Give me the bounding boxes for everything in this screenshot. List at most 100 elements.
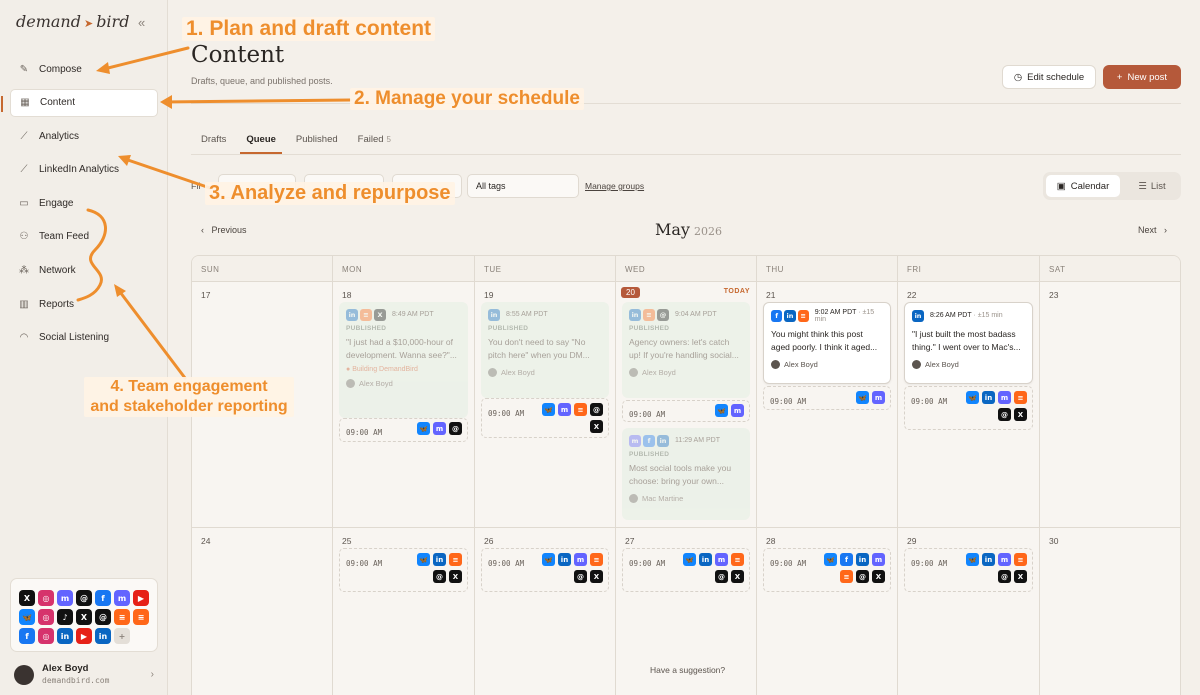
instagram-icon[interactable]: ◎ (38, 609, 54, 625)
user-profile[interactable]: Alex Boyd demandbird.com › (14, 663, 154, 687)
slot-time: 09:00 AM (770, 559, 807, 568)
list-view-button[interactable]: ☰ List (1125, 175, 1179, 197)
sidebar-item-content[interactable]: ▦ Content (1, 88, 158, 117)
plus-icon: + (1116, 71, 1123, 83)
day-cell[interactable]: 22 in 8:26 AM PDT · ±15 min "I just built t… (898, 282, 1040, 528)
day-cell[interactable]: 26 09:00 AM 🦋 in m ≡ @ X (475, 528, 616, 695)
instagram-icon[interactable]: ◎ (38, 590, 54, 606)
threads-icon[interactable]: @ (76, 590, 92, 606)
day-cell[interactable]: 19 in 8:55 AM PDT PUBLISHED You don't need t… (475, 282, 616, 528)
post-text: You don't need to say "No pitch here" wh… (488, 337, 590, 360)
facebook-icon[interactable]: f (19, 628, 35, 644)
mastodon-icon[interactable]: m (57, 590, 73, 606)
sidebar-item-team-feed[interactable]: ⚇ Team Feed (10, 223, 158, 251)
queue-slot[interactable]: 09:00 AM 🦋 m (763, 386, 891, 410)
tiktok-icon[interactable]: ♪ (57, 609, 73, 625)
sidebar-item-compose[interactable]: ✎ Compose (10, 55, 158, 83)
published-post-card[interactable]: in 8:55 AM PDT PUBLISHED You don't need to … (481, 302, 609, 398)
linkedin-icon[interactable]: in (95, 628, 111, 644)
slot-network-icons: 🦋 in m ≡ (966, 553, 1027, 566)
day-number: 30 (1049, 536, 1059, 546)
youtube-icon[interactable]: ▶ (76, 628, 92, 644)
previous-month-button[interactable]: ‹ Previous (201, 225, 247, 235)
bluesky-icon[interactable]: 🦋 (19, 609, 35, 625)
x-icon[interactable]: X (76, 609, 92, 625)
facebook-icon[interactable]: f (95, 590, 111, 606)
sidebar-item-network[interactable]: ⁂ Network (10, 257, 158, 285)
tags-filter[interactable]: All tags (467, 174, 579, 198)
content-tabs: Drafts Queue Published Failed 5 (191, 130, 401, 154)
bluesky-icon: 🦋 (856, 391, 869, 404)
tab-failed[interactable]: Failed 5 (348, 130, 401, 154)
scheduled-post-card[interactable]: in 8:26 AM PDT · ±15 min "I just built the… (904, 302, 1033, 384)
queue-slot[interactable]: 09:00 AM 🦋 in m ≡ @ X (622, 548, 750, 592)
substack-icon: ≡ (840, 570, 853, 583)
threads-icon[interactable]: @ (95, 609, 111, 625)
scheduled-post-card[interactable]: f in ≡ 9:02 AM PDT · ±15 min You might think… (763, 302, 891, 384)
calendar-view-button[interactable]: ▣ Calendar (1046, 175, 1120, 197)
tab-drafts[interactable]: Drafts (191, 130, 236, 154)
avatar (346, 379, 355, 388)
app-logo[interactable]: demand ➤ bird (16, 12, 129, 31)
reports-icon: ▥ (19, 298, 29, 310)
sidebar-item-analytics[interactable]: ⟋ Analytics (10, 122, 158, 150)
x-icon: X (1014, 408, 1027, 421)
queue-slot[interactable]: 09:00 AM 🦋 in m ≡ @ X (481, 548, 609, 592)
substack-icon[interactable]: ≡ (114, 609, 130, 625)
linkedin-icon[interactable]: in (57, 628, 73, 644)
instagram-icon[interactable]: ◎ (38, 628, 54, 644)
slot-network-icons: 🦋 m (715, 404, 744, 417)
queue-slot[interactable]: 09:00 AM 🦋 m ≡ @ X (481, 398, 609, 438)
day-cell[interactable]: 18 in ≡ X 8:49 AM PDT PUBLISHED "I just had a … (333, 282, 475, 528)
substack-icon[interactable]: ≡ (133, 609, 149, 625)
next-month-button[interactable]: Next › (1138, 225, 1167, 235)
manage-groups-link[interactable]: Manage groups (585, 181, 644, 191)
mastodon-icon[interactable]: m (114, 590, 130, 606)
queue-slot[interactable]: 09:00 AM 🦋 in m ≡ @ X (904, 548, 1033, 592)
edit-schedule-button[interactable]: ◷ Edit schedule (1002, 65, 1096, 89)
day-cell[interactable]: 23 (1040, 282, 1180, 528)
day-cell[interactable]: 30 (1040, 528, 1180, 695)
new-post-button[interactable]: + New post (1103, 65, 1181, 89)
x-icon[interactable]: X (19, 590, 35, 606)
day-cell[interactable]: 28 09:00 AM 🦋 f in m ≡ @ X (757, 528, 898, 695)
x-icon: X (449, 570, 462, 583)
sidebar-item-reports[interactable]: ▥ Reports (10, 290, 158, 318)
mastodon-icon: m (433, 422, 446, 435)
queue-slot[interactable]: 09:00 AM 🦋 m @ (339, 418, 468, 442)
sidebar-item-social-listening[interactable]: ◠ Social Listening (10, 324, 158, 352)
published-post-card[interactable]: in ≡ X 8:49 AM PDT PUBLISHED "I just had a $1… (339, 302, 468, 418)
queue-slot[interactable]: 09:00 AM 🦋 in ≡ @ X (339, 548, 468, 592)
analytics-icon: ⟋ (20, 130, 28, 142)
bluesky-icon: 🦋 (683, 553, 696, 566)
day-cell[interactable]: 25 09:00 AM 🦋 in ≡ @ X (333, 528, 475, 695)
add-account-icon[interactable]: + (114, 628, 130, 644)
sidebar-item-engage[interactable]: ▭ Engage (10, 189, 158, 217)
substack-icon: ≡ (590, 553, 603, 566)
post-author: Mac Martine (629, 494, 743, 503)
day-cell[interactable]: 24 (192, 528, 333, 695)
suggestion-link[interactable]: Have a suggestion? (650, 665, 725, 675)
collapse-sidebar-icon[interactable]: « (138, 15, 145, 30)
day-cell[interactable]: 20 TODAY in ≡ @9:04 AM PDT PUBLISHED Agency ow… (616, 282, 757, 528)
day-number: 23 (1049, 290, 1059, 300)
sidebar-nav: ✎ Compose ▦ Content ⟋ Analytics ⟋ LinkedIn Anal… (1, 55, 158, 357)
day-number: 18 (342, 290, 352, 300)
weekday-header: SAT (1040, 256, 1180, 282)
weekday-header: THU (757, 256, 898, 282)
published-post-card[interactable]: in ≡ @9:04 AM PDT PUBLISHED Agency owners: l… (622, 302, 750, 398)
post-text: Most social tools make you choose: bring… (629, 463, 732, 486)
tab-queue[interactable]: Queue (236, 130, 286, 154)
tab-published[interactable]: Published (286, 130, 348, 154)
youtube-icon[interactable]: ▶ (133, 590, 149, 606)
queue-slot[interactable]: 09:00 AM 🦋 in m ≡ @ X (904, 386, 1033, 430)
day-cell[interactable]: 21 f in ≡ 9:02 AM PDT · ±15 min You might thi… (757, 282, 898, 528)
queue-slot[interactable]: 09:00 AM 🦋 m (622, 400, 750, 422)
calendar-view-label: Calendar (1070, 180, 1110, 192)
mastodon-icon: m (715, 553, 728, 566)
queue-slot[interactable]: 09:00 AM 🦋 f in m ≡ @ X (763, 548, 891, 592)
new-post-label: New post (1127, 71, 1168, 83)
published-post-card[interactable]: m f in 11:29 AM PDT PUBLISHED Most social too… (622, 428, 750, 520)
day-cell[interactable]: 29 09:00 AM 🦋 in m ≡ @ X (898, 528, 1040, 695)
sidebar-item-linkedin-analytics[interactable]: ⟋ LinkedIn Analytics (10, 156, 158, 184)
